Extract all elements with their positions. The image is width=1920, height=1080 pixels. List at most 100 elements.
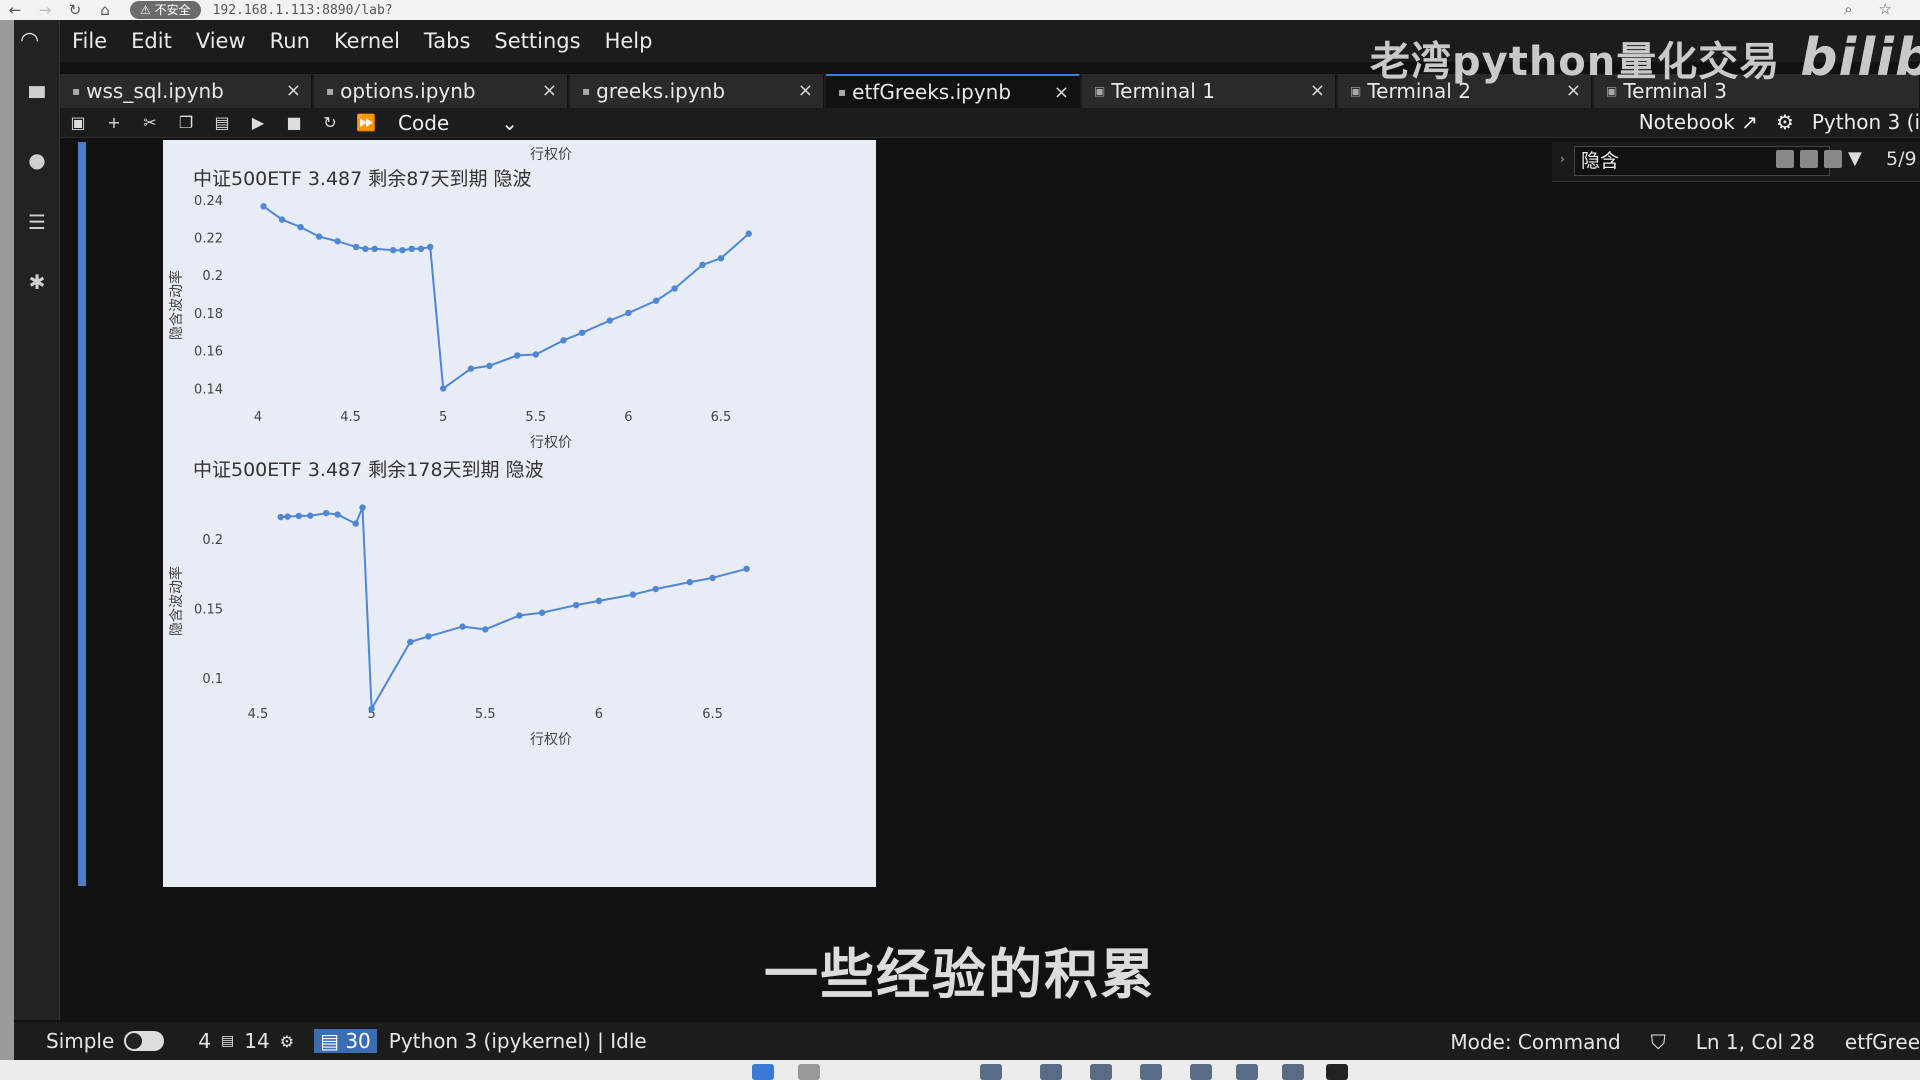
close-icon[interactable]: × xyxy=(286,80,301,101)
fast-forward-icon[interactable]: ⏩ xyxy=(348,113,384,132)
data-point xyxy=(578,329,586,336)
file-name: etfGree xyxy=(1844,1030,1920,1054)
tab-etfgreeks[interactable]: ▪ etfGreeks.ipynb × xyxy=(826,74,1080,108)
data-point xyxy=(334,238,341,245)
chevron-right-icon[interactable]: › xyxy=(1560,152,1565,166)
bookmark-star-icon[interactable]: ☆ xyxy=(1879,0,1892,18)
copy-icon[interactable]: ❐ xyxy=(168,113,204,132)
data-point xyxy=(699,261,706,269)
tab-wss-sql[interactable]: ▪ wss_sql.ipynb × xyxy=(60,74,312,108)
data-point xyxy=(514,352,521,359)
data-point xyxy=(277,513,284,521)
cell-count-value: 30 xyxy=(345,1029,371,1053)
data-point xyxy=(334,511,341,518)
data-point xyxy=(322,509,330,517)
filter-icon[interactable]: ▼ xyxy=(1848,148,1862,169)
terminal-icon: ▣ xyxy=(1094,84,1106,98)
data-point xyxy=(307,512,314,519)
os-taskbar xyxy=(0,1060,1920,1080)
taskbar-app-icon[interactable] xyxy=(1282,1064,1304,1080)
folder-icon[interactable]: ▀ xyxy=(14,86,60,110)
menu-tabs[interactable]: Tabs xyxy=(412,29,483,53)
save-icon[interactable]: ▣ xyxy=(60,113,96,132)
shield-icon[interactable]: ⛉ xyxy=(1651,1030,1666,1054)
data-point xyxy=(671,285,678,292)
taskbar-app-icon[interactable] xyxy=(1090,1064,1112,1080)
taskbar-app-icon[interactable] xyxy=(1326,1064,1348,1080)
close-icon[interactable]: × xyxy=(1054,82,1069,103)
y-tick-label: 0.2 xyxy=(202,269,223,284)
forward-icon[interactable]: → xyxy=(30,1,60,19)
tab-label: wss_sql.ipynb xyxy=(86,79,224,103)
cell-type-select[interactable]: Code ⌄ xyxy=(398,111,518,135)
start-icon[interactable] xyxy=(752,1064,774,1080)
add-cell-icon[interactable]: + xyxy=(96,113,132,132)
paste-icon[interactable]: ▤ xyxy=(204,113,240,132)
menu-run[interactable]: Run xyxy=(258,29,322,53)
data-point xyxy=(625,309,632,317)
kernel-status[interactable]: Python 3 (ipykernel) | Idle xyxy=(389,1029,647,1053)
close-icon[interactable]: × xyxy=(798,80,813,101)
data-point xyxy=(516,612,523,619)
terminal-count[interactable]: 4 xyxy=(198,1029,211,1053)
x-axis-label: 行权价 xyxy=(530,435,572,451)
cell-count-badge[interactable]: ▤ 30 xyxy=(314,1029,377,1053)
data-point xyxy=(467,365,475,372)
tab-label: options.ipynb xyxy=(340,79,476,103)
menu-settings[interactable]: Settings xyxy=(482,29,592,53)
whole-word-icon[interactable] xyxy=(1800,150,1818,168)
reload-icon[interactable]: ↻ xyxy=(60,1,90,19)
restart-icon[interactable]: ↻ xyxy=(312,113,348,132)
running-kernels-icon[interactable]: ● xyxy=(14,148,60,172)
close-icon[interactable]: × xyxy=(1310,80,1325,101)
extensions-puzzle-icon[interactable]: ✱ xyxy=(14,270,60,294)
match-case-icon[interactable] xyxy=(1776,150,1794,168)
tab-label: etfGreeks.ipynb xyxy=(852,80,1012,104)
taskbar-app-icon[interactable] xyxy=(1040,1064,1062,1080)
notebook-icon: ▪ xyxy=(72,84,81,98)
taskbar-app-icon[interactable] xyxy=(1236,1064,1258,1080)
menu-view[interactable]: View xyxy=(184,29,258,53)
data-point xyxy=(482,626,489,633)
notebook-link[interactable]: Notebook ↗ xyxy=(1639,110,1758,134)
regex-icon[interactable] xyxy=(1824,150,1842,168)
stop-icon[interactable]: ■ xyxy=(276,113,312,132)
data-point xyxy=(652,585,659,593)
simple-mode-toggle[interactable] xyxy=(124,1031,165,1051)
menu-edit[interactable]: Edit xyxy=(119,29,184,53)
kernel-name[interactable]: Python 3 (i xyxy=(1812,110,1920,134)
menu-help[interactable]: Help xyxy=(593,29,665,53)
taskbar-app-icon[interactable] xyxy=(980,1064,1002,1080)
tab-greeks[interactable]: ▪ greeks.ipynb × xyxy=(570,74,824,108)
kernel-count[interactable]: 14 xyxy=(244,1029,269,1053)
terminal-icon: ▣ xyxy=(1350,84,1362,98)
data-point xyxy=(315,233,323,240)
table-of-contents-icon[interactable]: ☰ xyxy=(14,210,60,234)
tab-options[interactable]: ▪ options.ipynb × xyxy=(314,74,568,108)
data-point xyxy=(260,203,267,210)
status-bar: Simple 4 ▤ 14 ⚙ ▤ 30 Python 3 (ipykernel… xyxy=(14,1022,1920,1060)
active-cell-marker[interactable] xyxy=(78,142,86,886)
window-edge xyxy=(0,20,14,1060)
video-subtitle: 一些经验的积累 xyxy=(764,943,1156,1006)
cursor-position[interactable]: Ln 1, Col 28 xyxy=(1696,1030,1815,1054)
data-point xyxy=(606,317,614,324)
menu-kernel[interactable]: Kernel xyxy=(322,29,412,53)
close-icon[interactable]: × xyxy=(542,80,557,101)
chevron-down-icon: ⌄ xyxy=(501,110,518,135)
taskbar-app-icon[interactable] xyxy=(1140,1064,1162,1080)
data-point xyxy=(743,565,750,573)
x-tick-label: 6.5 xyxy=(702,707,723,722)
back-icon[interactable]: ← xyxy=(0,1,30,19)
home-icon[interactable]: ⌂ xyxy=(90,1,120,19)
tab-terminal-1[interactable]: ▣ Terminal 1 × xyxy=(1082,74,1336,108)
gear-icon[interactable]: ⚙ xyxy=(1776,110,1794,134)
taskbar-app-icon[interactable] xyxy=(1190,1064,1212,1080)
menu-file[interactable]: File xyxy=(60,29,119,53)
run-icon[interactable]: ▶ xyxy=(240,113,276,132)
search-icon[interactable] xyxy=(798,1064,820,1080)
zoom-icon[interactable]: ⌕ xyxy=(1844,0,1852,18)
cut-icon[interactable]: ✂ xyxy=(132,113,168,132)
security-badge[interactable]: ⚠ 不安全 xyxy=(130,1,201,19)
url-field[interactable]: 192.168.1.113:8890/lab? xyxy=(213,3,393,18)
